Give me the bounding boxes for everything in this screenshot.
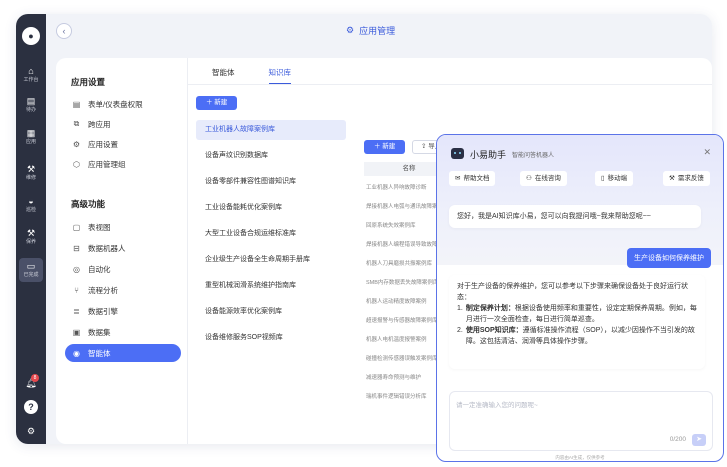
nav-app-admin-group[interactable]: ⬡ 应用管理组 xyxy=(65,155,181,173)
wrench-icon: ⚒ xyxy=(669,175,675,182)
copy-icon: ⧉ xyxy=(73,119,80,128)
table-icon: ▢ xyxy=(72,222,81,232)
nav-form-permissions[interactable]: ▤ 表单/仪表盘权限 xyxy=(65,95,181,113)
nav-app-settings[interactable]: ⚙ 应用设置 xyxy=(65,135,181,153)
document-icon: ▤ xyxy=(72,99,81,109)
assistant-chat-window: 小易助手 智能问答机器人 ✕ ✉ 帮助文档 ⚇ 在线咨询 ▯ 移动端 ⚒ 需求反馈 您好… xyxy=(436,134,724,462)
new-kb-button[interactable]: ＋ 新建 xyxy=(196,96,238,110)
robot-icon xyxy=(451,148,464,159)
kb-item[interactable]: 重型机械润滑系统维护指南库 xyxy=(196,276,346,296)
automation-icon: ◎ xyxy=(73,264,80,274)
rail-item-workbench[interactable]: ⌂ 工作台 xyxy=(16,66,46,83)
apps-icon: ▦ xyxy=(26,128,36,138)
help-docs-button[interactable]: ✉ 帮助文档 xyxy=(449,171,496,186)
mobile-button[interactable]: ▯ 移动端 xyxy=(595,171,634,186)
left-rail: ● ⌂ 工作台 ▤ 待办 ▦ 应用 ⚒ 维修 ◒ 巡检 ⚒ 保养 ▭ 已完成 🔔︎ 8 ? ⚙ xyxy=(16,14,46,444)
people-icon: ⚇ xyxy=(526,175,532,182)
assistant-reply: 对于生产设备的保养维护，您可以参考以下步骤来确保设备处于良好运行状态： 1. 制… xyxy=(449,275,705,369)
kb-item[interactable]: 工业机器人故障案例库 xyxy=(196,120,346,140)
reply-item: 1. 制定保养计划：根据设备使用频率和重要性，设定定期保养周期。例如，每月进行一… xyxy=(457,305,697,323)
new-doc-button[interactable]: ＋ 新建 xyxy=(364,140,406,154)
settings-sidebar: 应用设置 ▤ 表单/仪表盘权限 ⧉ 跨应用 ⚙ 应用设置 ⬡ 应用管理组 高级功能 ▢ 表… xyxy=(56,58,188,444)
rail-item-repair[interactable]: ⚒ 维修 xyxy=(16,164,46,181)
kb-item[interactable]: 设备能源效率优化案例库 xyxy=(196,302,346,322)
user-message: 生产设备如何保养维护 xyxy=(627,248,711,268)
nav-data-robot[interactable]: ⊟ 数据机器人 xyxy=(65,239,181,257)
feedback-button[interactable]: ⚒ 需求反馈 xyxy=(663,171,710,186)
send-icon[interactable]: ➤ xyxy=(692,434,706,446)
tab-knowledge[interactable]: 知识库 xyxy=(268,67,291,85)
page-title: ⚙ 应用管理 xyxy=(346,25,396,36)
ai-disclaimer: 内容由AI生成，仅供参考 xyxy=(555,455,605,460)
gear-icon: ⚙ xyxy=(346,25,355,35)
assistant-title: 小易助手 xyxy=(470,150,507,160)
rail-item-todo[interactable]: ▤ 待办 xyxy=(16,96,46,113)
gear-icon[interactable]: ⚙ xyxy=(24,424,38,438)
user-avatar[interactable]: ● xyxy=(22,27,40,45)
tool-icon: ⚒ xyxy=(26,228,36,238)
top-bar: ‹ ⚙ 应用管理 xyxy=(46,14,712,48)
kb-item[interactable]: 大型工业设备合规运维标准库 xyxy=(196,224,346,244)
kb-item[interactable]: 设备声纹识别数据库 xyxy=(196,146,346,166)
folder-icon: ▭ xyxy=(26,261,36,271)
section-advanced: 高级功能 xyxy=(71,199,106,209)
rail-item-apps[interactable]: ▦ 应用 xyxy=(16,128,46,145)
assistant-subtitle: 智能问答机器人 xyxy=(512,153,555,159)
robot-icon: ⊟ xyxy=(73,243,80,253)
question-input[interactable]: 请一定准确输入您的问题呢~ 0/200 ➤ xyxy=(449,391,713,451)
mail-icon: ✉ xyxy=(455,175,461,182)
reply-item: 2. 使用SOP知识库：遵循标准操作流程（SOP），以减少因操作不当引发的故障。… xyxy=(457,327,695,345)
database-icon: ≣ xyxy=(73,306,80,316)
dataset-icon: ▣ xyxy=(72,327,81,337)
rail-item-maintain[interactable]: ⚒ 保养 xyxy=(16,228,46,245)
flow-icon: ⑂ xyxy=(74,285,79,295)
wrench-icon: ⚒ xyxy=(26,164,36,174)
assistant-greeting: 您好，我是AI知识库小易，您可以向我提问哦~我来帮助您呢~~ xyxy=(449,205,701,228)
phone-icon: ▯ xyxy=(601,175,605,182)
help-icon[interactable]: ? xyxy=(24,400,38,414)
tab-agent[interactable]: 智能体 xyxy=(212,67,235,85)
tab-bar: 智能体 知识库 xyxy=(212,67,291,85)
online-consult-button[interactable]: ⚇ 在线咨询 xyxy=(520,171,567,186)
char-counter: 0/200 xyxy=(669,436,686,443)
tab-divider xyxy=(188,84,712,85)
kb-item[interactable]: 设备零部件兼容性图谱知识库 xyxy=(196,172,346,192)
nav-data-engine[interactable]: ≣ 数据引擎 xyxy=(65,302,181,320)
nav-dataset[interactable]: ▣ 数据集 xyxy=(65,323,181,341)
nav-table-view[interactable]: ▢ 表视图 xyxy=(65,218,181,236)
nav-cross-app[interactable]: ⧉ 跨应用 xyxy=(65,115,181,133)
nav-automation[interactable]: ◎ 自动化 xyxy=(65,260,181,278)
reply-intro: 对于生产设备的保养维护，您可以参考以下步骤来确保设备处于良好运行状态： xyxy=(457,283,688,301)
notification-badge: 8 xyxy=(31,374,39,382)
nav-flow-analysis[interactable]: ⑂ 流程分析 xyxy=(65,281,181,299)
rail-item-inspect[interactable]: ◒ 巡检 xyxy=(16,196,46,213)
input-placeholder: 请一定准确输入您的问题呢~ xyxy=(456,402,538,409)
clipboard-icon: ▤ xyxy=(26,96,36,106)
rail-item-done[interactable]: ▭ 已完成 xyxy=(19,258,43,282)
settings-icon: ⚙ xyxy=(72,139,81,149)
nav-agent[interactable]: ◉ 智能体 xyxy=(65,344,181,362)
kb-item[interactable]: 企业级生产设备全生命周期手册库 xyxy=(196,250,346,270)
agent-icon: ◉ xyxy=(73,348,80,358)
kb-item[interactable]: 工业设备能耗优化案例库 xyxy=(196,198,346,218)
kb-item[interactable]: 设备维修服务SOP视频库 xyxy=(196,328,346,348)
cube-icon: ⬡ xyxy=(73,159,80,169)
section-app-settings: 应用设置 xyxy=(71,77,106,87)
back-button[interactable]: ‹ xyxy=(56,23,72,39)
home-icon: ⌂ xyxy=(28,66,34,76)
car-icon: ◒ xyxy=(28,196,34,206)
close-icon[interactable]: ✕ xyxy=(703,147,711,158)
